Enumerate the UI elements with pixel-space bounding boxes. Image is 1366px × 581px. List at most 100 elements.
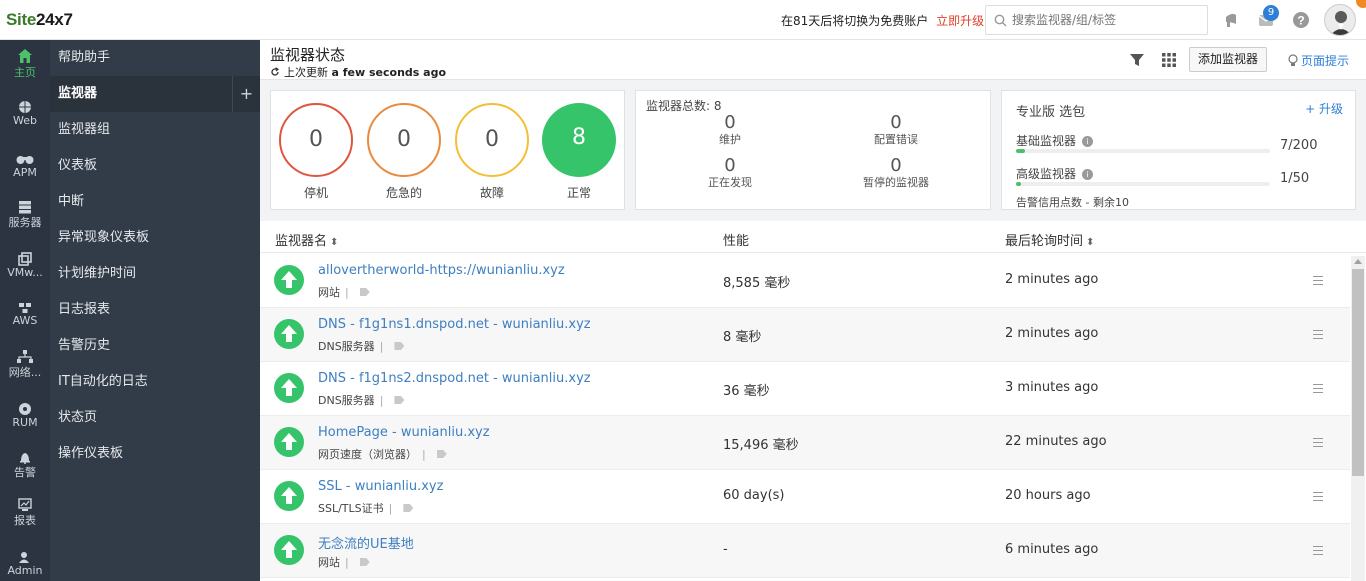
- add-monitor-button[interactable]: 添加监视器: [1189, 47, 1267, 72]
- column-monitor-name-label: 监视器名: [275, 234, 328, 249]
- search-input[interactable]: [1012, 11, 1202, 29]
- row-menu-icon[interactable]: [1313, 546, 1323, 558]
- config-error-stat[interactable]: 0 配置错误: [826, 112, 966, 147]
- rail-item-rum[interactable]: RUM: [0, 402, 50, 452]
- upgrade-now-link[interactable]: 立即升级: [936, 14, 984, 28]
- admin-icon: [19, 552, 29, 563]
- row-menu-icon[interactable]: [1313, 438, 1323, 450]
- search-box[interactable]: [985, 5, 1208, 35]
- advanced-monitors-bar: [1016, 182, 1270, 186]
- trial-notice: 在81天后将切换为免费账户 立即升级: [781, 12, 984, 29]
- menu-item-outages[interactable]: 中断: [50, 184, 260, 220]
- sort-icon[interactable]: ⬍: [330, 237, 338, 248]
- menu-item-it-automation-logs[interactable]: IT自动化的日志: [50, 364, 260, 400]
- status-down-circle[interactable]: 0: [279, 103, 353, 177]
- rail-item-network[interactable]: 网络...: [0, 350, 50, 400]
- row-menu-icon[interactable]: [1313, 276, 1323, 288]
- refresh-icon[interactable]: [270, 67, 280, 77]
- up-arrow-icon: [281, 487, 297, 504]
- rail-item-aws[interactable]: AWS: [0, 302, 50, 352]
- rail-item-reports[interactable]: 报表: [0, 498, 50, 548]
- table-row[interactable]: SSL - wunianliu.xyz SSL/TLS证书 | 60 day(s) 20…: [260, 470, 1350, 524]
- tag-icon[interactable]: [403, 504, 414, 512]
- menu-item-help-assistant[interactable]: 帮助助手: [50, 40, 260, 76]
- status-trouble-circle[interactable]: 0: [455, 103, 529, 177]
- monitor-name-link[interactable]: allovertherworld-https://wunianliu.xyz: [318, 263, 565, 278]
- discovering-label: 正在发现: [708, 176, 752, 189]
- discovering-stat[interactable]: 0 正在发现: [660, 156, 800, 190]
- tag-icon[interactable]: [436, 450, 447, 458]
- site24x7-logo[interactable]: Site24x7: [6, 10, 73, 30]
- plan-upgrade-link[interactable]: + 升级: [1305, 100, 1343, 117]
- menu-item-monitors[interactable]: 监视器 +: [50, 76, 260, 112]
- rail-item-alerts[interactable]: 告警: [0, 450, 50, 500]
- menu-item-alert-history[interactable]: 告警历史: [50, 328, 260, 364]
- suspended-stat[interactable]: 0 暂停的监视器: [826, 156, 966, 190]
- rail-item-server[interactable]: 服务器: [0, 200, 50, 250]
- basic-monitors-bar: [1016, 149, 1270, 153]
- grid-view-icon[interactable]: [1161, 52, 1177, 68]
- menu-item-maintenance[interactable]: 计划维护时间: [50, 256, 260, 292]
- status-up-circle[interactable]: 8: [542, 103, 616, 177]
- status-up-icon: [274, 481, 304, 511]
- help-icon[interactable]: ?: [1291, 10, 1311, 30]
- sort-icon[interactable]: ⬍: [1086, 237, 1094, 248]
- home-icon: [18, 49, 32, 63]
- announcement-icon[interactable]: [1222, 10, 1242, 30]
- menu-item-dashboards[interactable]: 仪表板: [50, 148, 260, 184]
- up-arrow-icon: [281, 379, 297, 396]
- column-last-polled[interactable]: 最后轮询时间 ⬍: [1005, 230, 1094, 249]
- info-icon[interactable]: i: [1082, 136, 1094, 147]
- monitor-type: 网站 |: [318, 554, 370, 570]
- monitor-type: DNS服务器 |: [318, 392, 405, 408]
- plan-title: 专业版 选包: [1016, 105, 1086, 120]
- down-count: 0: [309, 127, 323, 152]
- config-error-count: 0: [890, 112, 902, 133]
- table-row[interactable]: HomePage - wunianliu.xyz 网页速度（浏览器） | 15,496…: [260, 416, 1350, 470]
- table-row[interactable]: allovertherworld-https://wunianliu.xyz 网站…: [260, 254, 1350, 308]
- user-avatar[interactable]: [1324, 4, 1356, 36]
- plan-card: 专业版 选包 + 升级 基础监视器 i 7/200 高级监视器 i 1/50 告警信…: [1001, 90, 1356, 210]
- status-critical-circle[interactable]: 0: [367, 103, 441, 177]
- aws-icon: [19, 303, 31, 313]
- rail-item-web[interactable]: Web: [0, 100, 50, 150]
- tag-icon[interactable]: [359, 558, 370, 566]
- menu-item-log-reports[interactable]: 日志报表: [50, 292, 260, 328]
- monitor-last-polled: 20 hours ago: [1005, 488, 1091, 503]
- tag-icon[interactable]: [394, 342, 405, 350]
- monitor-last-polled: 6 minutes ago: [1005, 542, 1099, 557]
- tag-icon[interactable]: [394, 396, 405, 404]
- monitor-name-link[interactable]: HomePage - wunianliu.xyz: [318, 425, 490, 440]
- monitor-name-link[interactable]: SSL - wunianliu.xyz: [318, 479, 443, 494]
- rail-item-apm[interactable]: APM: [0, 152, 50, 202]
- maintenance-stat[interactable]: 0 维护: [660, 113, 800, 147]
- monitor-name-link[interactable]: DNS - f1g1ns1.dnspod.net - wunianliu.xyz: [318, 317, 591, 332]
- row-menu-icon[interactable]: [1313, 384, 1323, 396]
- column-monitor-name[interactable]: 监视器名 ⬍: [275, 230, 338, 249]
- table-scrollbar[interactable]: [1351, 256, 1365, 581]
- filter-icon[interactable]: [1129, 52, 1145, 68]
- row-menu-icon[interactable]: [1313, 330, 1323, 342]
- scroll-up-arrow-icon[interactable]: [1354, 259, 1362, 264]
- menu-item-monitor-groups[interactable]: 监视器组: [50, 112, 260, 148]
- rail-item-admin[interactable]: Admin: [0, 550, 50, 581]
- rail-item-home[interactable]: 主页: [0, 48, 50, 98]
- row-menu-icon[interactable]: [1313, 492, 1323, 504]
- page-tips-link[interactable]: 页面提示: [1288, 52, 1349, 69]
- menu-item-anomaly-dashboard[interactable]: 异常现象仪表板: [50, 220, 260, 256]
- menu-item-status-pages[interactable]: 状态页: [50, 400, 260, 436]
- menu-item-operations-dashboard[interactable]: 操作仪表板: [50, 436, 260, 472]
- scrollbar-thumb[interactable]: [1352, 269, 1364, 476]
- monitor-name-link[interactable]: DNS - f1g1ns2.dnspod.net - wunianliu.xyz: [318, 371, 591, 386]
- table-row[interactable]: 无念流的UE基地 网站 | - 6 minutes ago: [260, 524, 1350, 578]
- info-icon[interactable]: i: [1082, 169, 1094, 180]
- tag-icon[interactable]: [359, 288, 370, 296]
- last-updated-label: 上次更新: [284, 66, 328, 79]
- monitor-performance: 36 毫秒: [723, 384, 770, 399]
- add-monitor-plus-icon[interactable]: +: [232, 76, 260, 112]
- monitor-name-link[interactable]: 无念流的UE基地: [318, 533, 414, 552]
- status-down-label: 停机: [303, 186, 328, 200]
- table-row[interactable]: DNS - f1g1ns1.dnspod.net - wunianliu.xyz…: [260, 308, 1350, 362]
- rail-item-vmware[interactable]: VMw...: [0, 252, 50, 302]
- table-row[interactable]: DNS - f1g1ns2.dnspod.net - wunianliu.xyz…: [260, 362, 1350, 416]
